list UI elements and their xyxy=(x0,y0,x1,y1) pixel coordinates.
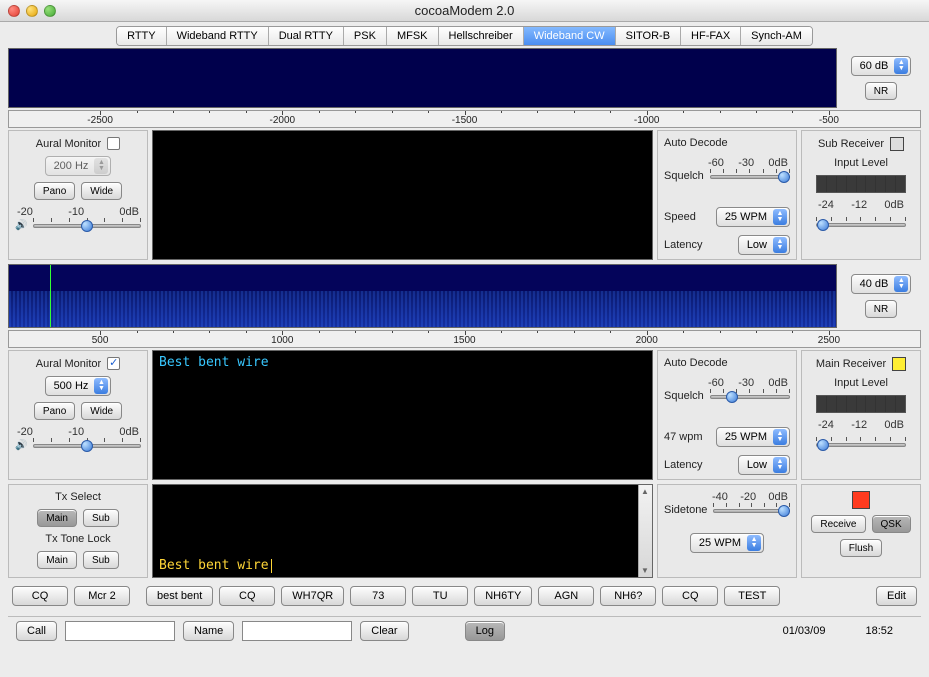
macro-mid-7[interactable]: NH6? xyxy=(600,586,656,606)
macro-mid-6[interactable]: AGN xyxy=(538,586,594,606)
tab-rtty[interactable]: RTTY xyxy=(117,27,167,45)
main-input-meter xyxy=(816,395,906,413)
main-filter-select[interactable]: 500 Hz▲▼ xyxy=(45,376,112,396)
window-title: cocoaModem 2.0 xyxy=(0,3,929,18)
macro-edit-button[interactable]: Edit xyxy=(876,586,917,606)
sub-rx-swatch xyxy=(890,137,904,151)
main-rx-swatch xyxy=(892,357,906,371)
qsk-button[interactable]: QSK xyxy=(872,515,911,533)
flush-button[interactable]: Flush xyxy=(840,539,882,557)
speaker-icon: 🔊 xyxy=(15,220,27,231)
main-ruler: 5001000150020002500 xyxy=(8,330,921,348)
main-decode-pane[interactable]: Best bent wire xyxy=(152,350,653,480)
macro-row: CQ Mcr 2 best bent CQ WH7QR 73 TU NH6TY AGN NH6?… xyxy=(8,582,921,610)
decoded-text: Best bent wire xyxy=(159,355,269,370)
receive-button[interactable]: Receive xyxy=(811,515,865,533)
sub-aural-label: Aural Monitor xyxy=(36,138,101,150)
tab-wideband-cw[interactable]: Wideband CW xyxy=(524,27,616,45)
sub-aural-checkbox[interactable] xyxy=(107,137,120,150)
main-aural-panel: Aural Monitor 500 Hz▲▼ Pano Wide -20-100… xyxy=(8,350,148,480)
sub-wide-button[interactable]: Wide xyxy=(81,182,122,200)
wpm-readout: 47 wpm xyxy=(664,431,703,443)
macro-mid-0[interactable]: best bent xyxy=(146,586,213,606)
tx-select-sub-button[interactable]: Sub xyxy=(83,509,119,527)
status-date: 01/03/09 xyxy=(783,625,826,637)
tab-dual-rtty[interactable]: Dual RTTY xyxy=(269,27,344,45)
main-wide-button[interactable]: Wide xyxy=(81,402,122,420)
macro-mid-2[interactable]: WH7QR xyxy=(281,586,344,606)
tx-tonelock-sub-button[interactable]: Sub xyxy=(83,551,119,569)
sub-nr-button[interactable]: NR xyxy=(865,82,897,100)
name-input[interactable] xyxy=(242,621,352,641)
sub-speed-select[interactable]: 25 WPM▲▼ xyxy=(716,207,790,227)
main-receiver-panel: Main Receiver Input Level -24-120dB xyxy=(801,350,921,480)
main-waterfall[interactable] xyxy=(8,264,837,328)
tab-hellschreiber[interactable]: Hellschreiber xyxy=(439,27,524,45)
main-nr-button[interactable]: NR xyxy=(865,300,897,318)
sub-ruler: -2500-2000-1500-1000-500 xyxy=(8,110,921,128)
mode-tabs: RTTYWideband RTTYDual RTTYPSKMFSKHellsch… xyxy=(116,26,813,46)
sidetone-slider[interactable] xyxy=(713,503,790,517)
macro-left-0[interactable]: CQ xyxy=(12,586,68,606)
name-button[interactable]: Name xyxy=(183,621,234,641)
tx-status-swatch xyxy=(852,491,870,509)
tab-mfsk[interactable]: MFSK xyxy=(387,27,439,45)
sub-decode-pane[interactable] xyxy=(152,130,653,260)
tab-synch-am[interactable]: Synch-AM xyxy=(741,27,812,45)
tx-select-panel: Tx Select Main Sub Tx Tone Lock Main Sub xyxy=(8,484,148,578)
macro-left-1[interactable]: Mcr 2 xyxy=(74,586,130,606)
clear-button[interactable]: Clear xyxy=(360,621,408,641)
macro-mid-8[interactable]: CQ xyxy=(662,586,718,606)
sub-input-meter xyxy=(816,175,906,193)
main-decode-settings: Auto Decode -60-300dB Squelch 47 wpm 25 … xyxy=(657,350,797,480)
main-pano-button[interactable]: Pano xyxy=(34,402,75,420)
sub-decode-settings: Auto Decode -60-300dB Squelch Speed 25 W… xyxy=(657,130,797,260)
sub-gain-select[interactable]: 60 dB▲▼ xyxy=(851,56,912,76)
main-latency-select[interactable]: Low▲▼ xyxy=(738,455,790,475)
scrollbar[interactable] xyxy=(638,485,652,577)
macro-mid-1[interactable]: CQ xyxy=(219,586,275,606)
main-aural-checkbox[interactable] xyxy=(107,357,120,370)
titlebar: cocoaModem 2.0 xyxy=(0,0,929,22)
macro-mid-9[interactable]: TEST xyxy=(724,586,780,606)
sub-latency-select[interactable]: Low▲▼ xyxy=(738,235,790,255)
tab-psk[interactable]: PSK xyxy=(344,27,387,45)
sub-receiver-panel: Sub Receiver Input Level -24-120dB xyxy=(801,130,921,260)
tx-buffer-text: Best bent wire xyxy=(159,558,269,573)
main-speed-select[interactable]: 25 WPM▲▼ xyxy=(716,427,790,447)
call-input[interactable] xyxy=(65,621,175,641)
tx-buffer-pane[interactable]: Best bent wire xyxy=(152,484,653,578)
sub-volume-slider[interactable] xyxy=(33,218,141,232)
tx-select-main-button[interactable]: Main xyxy=(37,509,77,527)
sub-aural-panel: Aural Monitor 200 Hz▲▼ Pano Wide -20-100… xyxy=(8,130,148,260)
macro-mid-4[interactable]: TU xyxy=(412,586,468,606)
speaker-icon: 🔊 xyxy=(15,440,27,451)
sub-waterfall[interactable] xyxy=(8,48,837,108)
main-volume-slider[interactable] xyxy=(33,438,141,452)
main-gain-select[interactable]: 40 dB▲▼ xyxy=(851,274,912,294)
tab-hf-fax[interactable]: HF-FAX xyxy=(681,27,741,45)
sub-pano-button[interactable]: Pano xyxy=(34,182,75,200)
tab-sitor-b[interactable]: SITOR-B xyxy=(616,27,681,45)
tab-wideband-rtty[interactable]: Wideband RTTY xyxy=(167,27,269,45)
main-squelch-slider[interactable] xyxy=(710,389,790,403)
status-time: 18:52 xyxy=(865,625,893,637)
call-button[interactable]: Call xyxy=(16,621,57,641)
sub-input-slider[interactable] xyxy=(816,217,906,253)
tx-control-panel: Receive QSK Flush xyxy=(801,484,921,578)
macro-mid-5[interactable]: NH6TY xyxy=(474,586,532,606)
tx-tonelock-main-button[interactable]: Main xyxy=(37,551,77,569)
tx-sidetone-panel: -40-200dB Sidetone 25 WPM▲▼ xyxy=(657,484,797,578)
tx-speed-select[interactable]: 25 WPM▲▼ xyxy=(690,533,764,553)
log-button[interactable]: Log xyxy=(465,621,505,641)
sub-squelch-slider[interactable] xyxy=(710,169,790,183)
main-input-slider[interactable] xyxy=(816,437,906,473)
status-bar: Call Name Clear Log 01/03/09 18:52 xyxy=(8,616,921,645)
sub-filter-select[interactable]: 200 Hz▲▼ xyxy=(45,156,112,176)
sub-decode-label: Auto Decode xyxy=(664,137,790,149)
tuning-marker xyxy=(50,265,51,327)
macro-mid-3[interactable]: 73 xyxy=(350,586,406,606)
